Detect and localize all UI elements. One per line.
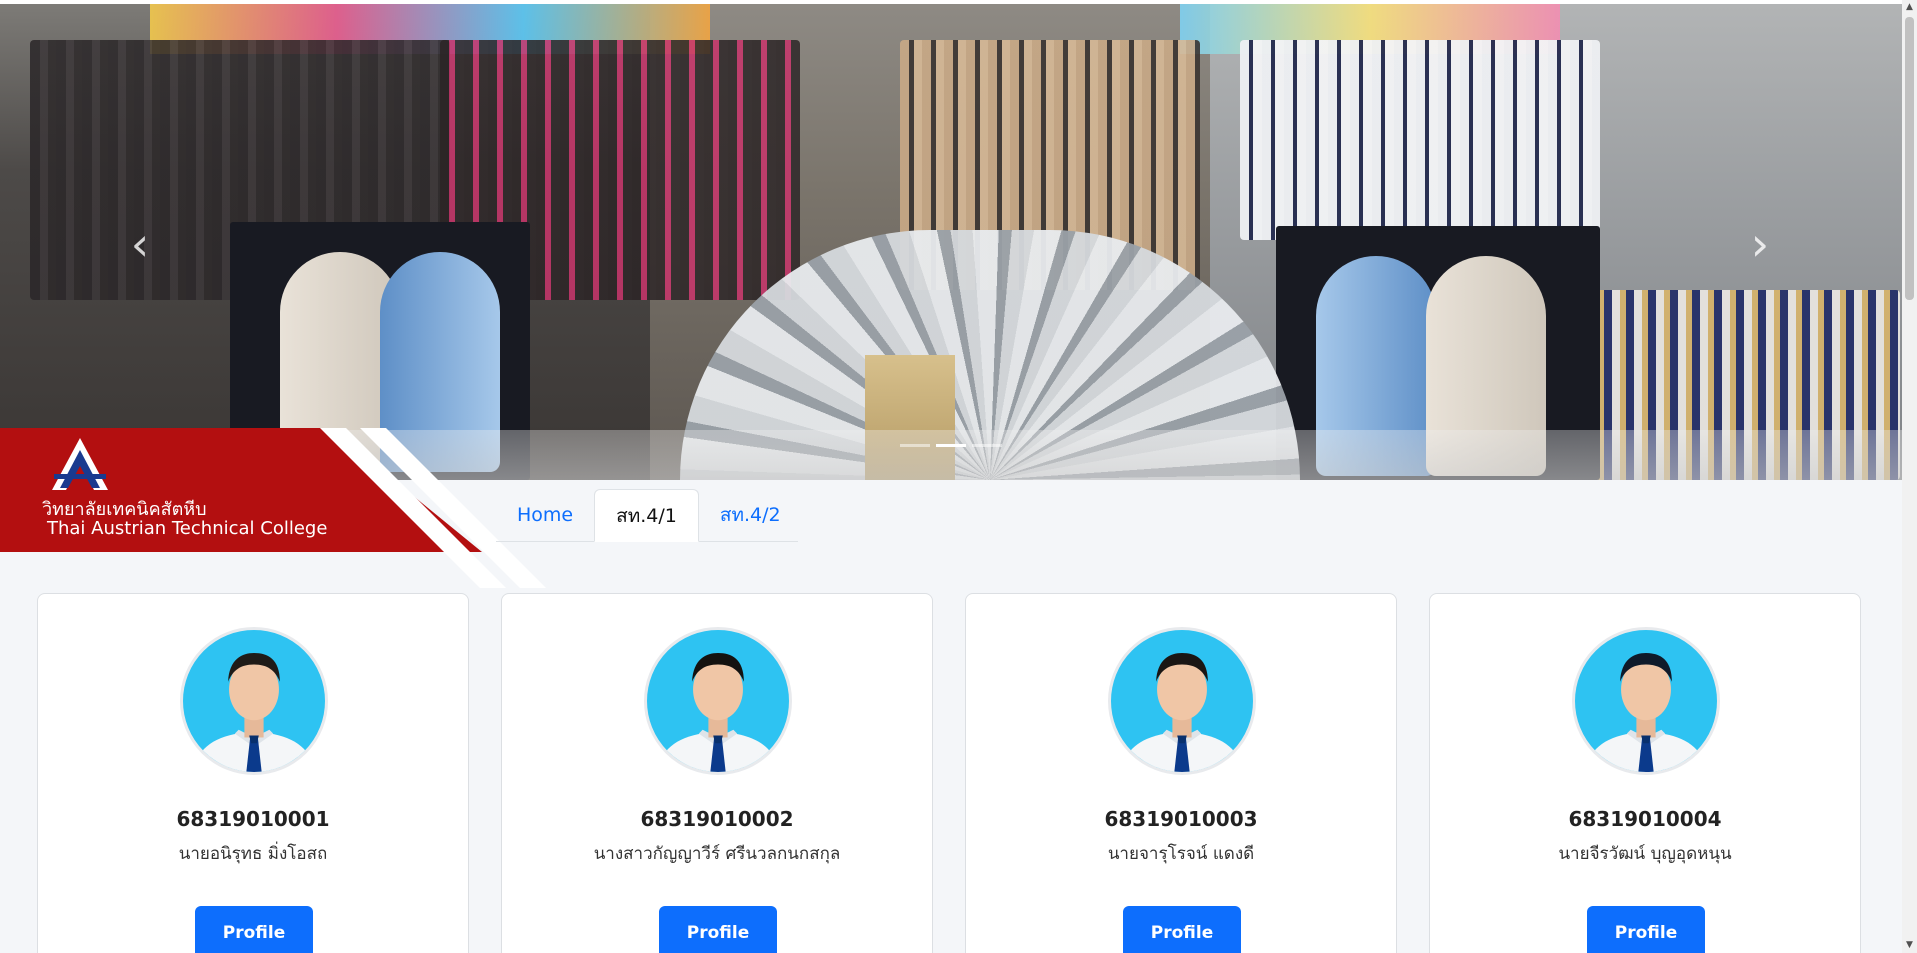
school-logo-block[interactable]: วิทยาลัยเทคนิคสัตหีบ Thai Austrian Techn… (0, 428, 546, 588)
profile-button[interactable]: Profile (659, 906, 777, 953)
scroll-up-arrow-icon[interactable]: ▲ (1902, 0, 1917, 15)
student-name: นางสาวกัญญาวีร์ ศรีนวลกนกสกุล (593, 844, 841, 864)
student-card: 68319010001 นายอนิรุทธ มิ่งโอสถ Profile (37, 593, 469, 953)
page-scrollbar[interactable]: ▲ ▼ (1902, 0, 1917, 953)
school-logo-icon (52, 438, 108, 490)
hero-photo-crowd (1240, 40, 1600, 240)
student-photo-avatar (1108, 627, 1256, 775)
tab-1[interactable]: สท.4/1 (594, 489, 699, 542)
student-portrait-image (192, 653, 316, 772)
student-card: 68319010003 นายจารุโรจน์ แดงดี Profile (965, 593, 1397, 953)
student-photo-avatar (1572, 627, 1720, 775)
student-portrait-image (656, 653, 780, 772)
carousel-next-button[interactable]: › (1740, 214, 1780, 274)
profile-button[interactable]: Profile (195, 906, 313, 953)
student-id: 68319010001 (176, 807, 330, 831)
scroll-down-arrow-icon[interactable]: ▼ (1902, 938, 1917, 953)
hero-carousel: ‹ › (0, 0, 1902, 480)
student-portrait-image (1120, 653, 1244, 772)
tab-0[interactable]: Home (496, 489, 594, 541)
hero-top-border (0, 0, 1902, 4)
student-id: 68319010004 (1568, 807, 1722, 831)
student-photo-avatar (180, 627, 328, 775)
student-name: นายจารุโรจน์ แดงดี (1107, 844, 1255, 864)
class-tabs: Home สท.4/1 สท.4/2 (496, 489, 798, 542)
student-photo-avatar (644, 627, 792, 775)
student-name: นายอนิรุทธ มิ่งโอสถ (178, 844, 328, 864)
carousel-indicator[interactable] (900, 444, 930, 447)
scroll-thumb[interactable] (1905, 17, 1914, 300)
carousel-indicators (900, 444, 1002, 447)
chevron-left-icon: ‹ (130, 217, 150, 271)
student-portrait-image (1584, 653, 1708, 772)
carousel-indicator[interactable] (972, 444, 1002, 447)
carousel-prev-button[interactable]: ‹ (120, 214, 160, 274)
student-name: นายจีรวัฒน์ บุญอุดหนุน (1558, 844, 1732, 864)
carousel-indicator[interactable] (936, 444, 966, 447)
student-card: 68319010002 นางสาวกัญญาวีร์ ศรีนวลกนกสกุล… (501, 593, 933, 953)
student-card: 68319010004 นายจีรวัฒน์ บุญอุดหนุน Profile (1429, 593, 1861, 953)
student-id: 68319010002 (640, 807, 794, 831)
tab-2[interactable]: สท.4/2 (699, 489, 802, 541)
profile-button[interactable]: Profile (1123, 906, 1241, 953)
school-name-english: Thai Austrian Technical College (47, 518, 328, 539)
student-id: 68319010003 (1104, 807, 1258, 831)
profile-button[interactable]: Profile (1587, 906, 1705, 953)
chevron-right-icon: › (1750, 217, 1770, 271)
